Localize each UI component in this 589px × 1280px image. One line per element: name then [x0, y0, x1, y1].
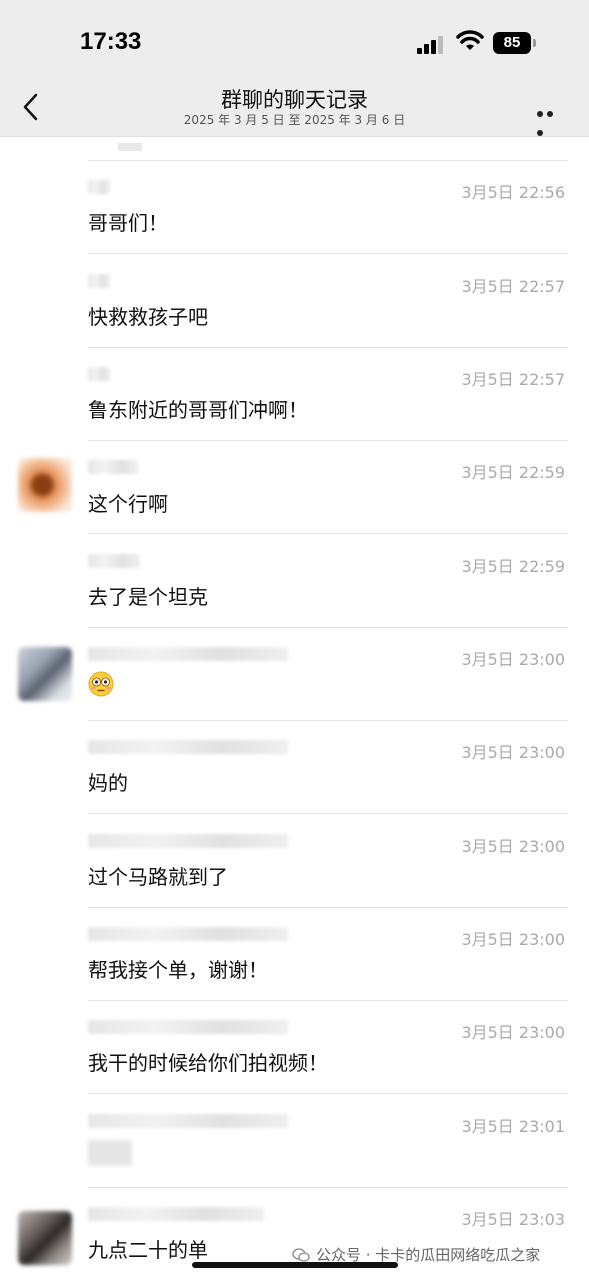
sender-name-blurred: [88, 927, 288, 941]
message-time: 3月5日 23:00: [461, 837, 565, 856]
chat-message[interactable]: 3月5日 22:56 哥哥们！: [0, 160, 589, 254]
message-text: 帮我接个单，谢谢！: [88, 958, 268, 982]
message-text-blurred: [88, 1140, 132, 1166]
chat-message[interactable]: 3月5日 22:59 这个行啊: [0, 440, 589, 534]
home-indicator[interactable]: [192, 1262, 398, 1268]
message-text: 九点二十的单: [88, 1238, 208, 1262]
message-text: 这个行啊: [88, 492, 168, 516]
chat-message[interactable]: 3月5日 22:57 快救救孩子吧: [0, 254, 589, 348]
sender-name-blurred: [88, 1207, 264, 1221]
message-time: 3月5日 23:00: [461, 930, 565, 949]
chat-message[interactable]: 3月5日 23:00 我干的时候给你们拍视频！: [0, 1000, 589, 1094]
message-text: 鲁东附近的哥哥们冲啊！: [88, 398, 308, 422]
message-time: 3月5日 23:00: [461, 1023, 565, 1042]
sender-name-blurred: [88, 180, 110, 194]
status-time: 17:33: [80, 28, 142, 55]
partial-message: [88, 137, 568, 161]
message-time: 3月5日 22:57: [461, 370, 565, 389]
more-options-icon[interactable]: [537, 102, 565, 136]
avatar[interactable]: [18, 1211, 72, 1265]
chat-message[interactable]: 3月5日 22:57 鲁东附近的哥哥们冲啊！: [0, 347, 589, 441]
avatar[interactable]: [18, 458, 72, 512]
message-time: 3月5日 22:56: [461, 183, 565, 202]
sender-name-blurred: [88, 554, 140, 568]
battery-indicator: 85: [493, 32, 536, 54]
message-text: 哥哥们！: [88, 211, 168, 235]
message-text: 过个马路就到了: [88, 865, 228, 889]
sender-name-blurred: [88, 1114, 288, 1128]
message-time: 3月5日 23:00: [461, 650, 565, 669]
message-time: 3月5日 23:00: [461, 743, 565, 762]
sender-name-blurred: [88, 460, 138, 474]
chat-message[interactable]: 3月5日 23:00 过个马路就到了: [0, 814, 589, 908]
cellular-signal-icon: [417, 34, 447, 54]
sender-name-blurred: [88, 740, 288, 754]
flushed-face-emoji-icon: [88, 671, 114, 697]
message-text: 我干的时候给你们拍视频！: [88, 1051, 328, 1075]
message-time: 3月5日 23:03: [461, 1210, 565, 1229]
sender-name-blurred: [88, 1020, 288, 1034]
message-text: 去了是个坦克: [88, 585, 208, 609]
status-bar: 17:33 85: [0, 0, 589, 80]
chat-message[interactable]: 3月5日 23:00 妈的: [0, 720, 589, 814]
message-time: 3月5日 22:59: [461, 463, 565, 482]
message-text: 快救救孩子吧: [88, 305, 208, 329]
page-title: 群聊的聊天记录: [221, 88, 368, 112]
chat-message[interactable]: 3月5日 23:00 帮我接个单，谢谢！: [0, 907, 589, 1001]
sender-name-blurred: [88, 834, 288, 848]
message-time: 3月5日 23:01: [461, 1117, 565, 1136]
wechat-official-account-icon: [292, 1247, 310, 1262]
chat-message[interactable]: 3月5日 22:59 去了是个坦克: [0, 534, 589, 628]
message-time: 3月5日 22:57: [461, 277, 565, 296]
sender-name-blurred: [88, 367, 110, 381]
message-text: 妈的: [88, 771, 128, 795]
avatar[interactable]: [18, 647, 72, 701]
nav-bar: 群聊的聊天记录 2025 年 3 月 5 日 至 2025 年 3 月 6 日: [0, 80, 589, 137]
chat-message[interactable]: 3月5日 23:00: [0, 627, 589, 721]
wifi-icon: [456, 30, 484, 50]
date-range: 2025 年 3 月 5 日 至 2025 年 3 月 6 日: [183, 113, 406, 127]
chat-message[interactable]: 3月5日 23:01: [0, 1094, 589, 1188]
sender-name-blurred: [88, 647, 288, 661]
sender-name-blurred: [88, 274, 110, 288]
message-time: 3月5日 22:59: [461, 557, 565, 576]
